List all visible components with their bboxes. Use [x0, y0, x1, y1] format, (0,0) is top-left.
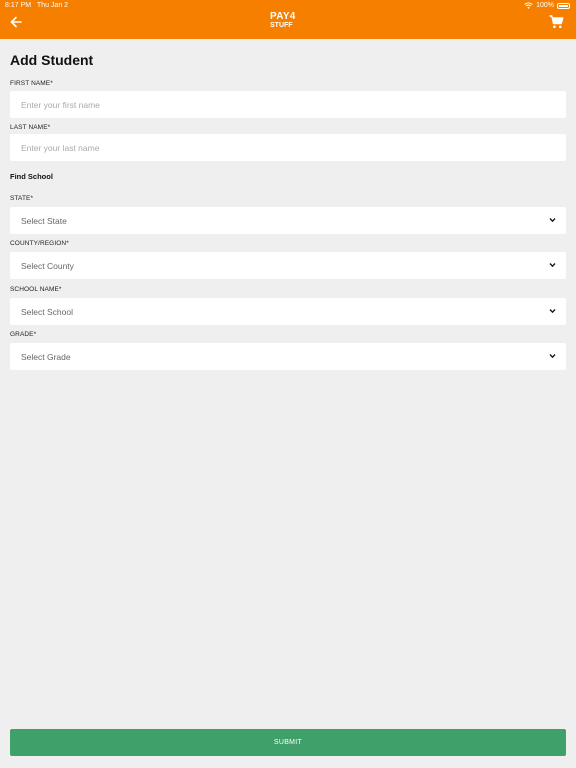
first-name-input[interactable]: [10, 91, 566, 118]
status-indicators: 100%: [524, 2, 570, 9]
status-date: Thu Jan 2: [36, 2, 69, 9]
state-select[interactable]: Select State: [10, 207, 566, 234]
grade-select[interactable]: Select Grade: [10, 343, 566, 370]
status-clock: 8:17 PM: [5, 2, 32, 9]
page-title: Add Student: [10, 52, 94, 68]
first-name-label: FIRST NAME*: [10, 80, 53, 87]
grade-label: GRADE*: [10, 331, 37, 338]
logo-text-top: PAY4: [270, 11, 296, 22]
add-student-screen: 8:17 PM Thu Jan 2 100% PAY4 STUFF Add St…: [0, 0, 576, 768]
back-arrow-icon[interactable]: [9, 15, 23, 29]
chevron-down-icon: [549, 354, 556, 359]
school-select[interactable]: Select School: [10, 298, 566, 325]
battery-icon: [557, 2, 570, 9]
last-name-field-container: [10, 134, 566, 161]
status-time: 8:17 PM Thu Jan 2: [5, 2, 68, 9]
pay4stuff-logo: PAY4 STUFF: [270, 12, 306, 32]
last-name-label: LAST NAME*: [10, 124, 51, 131]
county-select[interactable]: Select County: [10, 252, 566, 279]
chevron-down-icon: [549, 263, 556, 268]
county-label: COUNTY/REGION*: [10, 240, 69, 247]
wifi-icon: [524, 2, 533, 9]
school-name-label: SCHOOL NAME*: [10, 286, 62, 293]
submit-button[interactable]: SUBMIT: [10, 729, 566, 756]
logo-text-bottom: STUFF: [270, 22, 293, 29]
chevron-down-icon: [549, 309, 556, 314]
battery-percent: 100%: [536, 2, 554, 9]
first-name-field-container: [10, 91, 566, 118]
grade-select-value: Select Grade: [21, 352, 71, 362]
school-select-value: Select School: [21, 307, 73, 317]
top-bar: 8:17 PM Thu Jan 2 100% PAY4 STUFF: [0, 0, 576, 39]
last-name-input[interactable]: [10, 134, 566, 161]
county-select-value: Select County: [21, 261, 74, 271]
find-school-heading: Find School: [10, 172, 53, 181]
state-label: STATE*: [10, 195, 34, 202]
chevron-down-icon: [549, 218, 556, 223]
state-select-value: Select State: [21, 216, 67, 226]
shopping-cart-icon[interactable]: [549, 15, 564, 29]
